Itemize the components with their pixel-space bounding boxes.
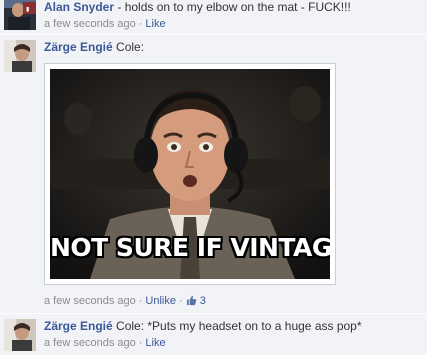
- svg-text:▮: ▮: [26, 6, 29, 13]
- comment-text: - holds on to my elbow on the mat - FUCK…: [114, 0, 351, 14]
- meta-separator: ·: [178, 295, 183, 307]
- comment-author-link[interactable]: Zärge Engié: [44, 40, 113, 54]
- comment-text: Cole: *Puts my headset on to a huge ass …: [112, 319, 362, 333]
- thumbs-up-icon: [186, 295, 196, 306]
- avatar[interactable]: [4, 319, 36, 351]
- unlike-link[interactable]: Unlike: [145, 295, 176, 307]
- comment-photo[interactable]: NOT SURE IF VINTAGE: [44, 63, 336, 285]
- meta-separator: ·: [138, 18, 143, 30]
- comment-author-link[interactable]: Alan Snyder: [44, 0, 114, 14]
- comment-author-link[interactable]: Zärge Engié: [44, 319, 113, 333]
- comment-timestamp[interactable]: a few seconds ago: [44, 295, 136, 307]
- meme-image: NOT SURE IF VINTAGE: [50, 69, 330, 279]
- meta-separator: ·: [138, 337, 143, 349]
- like-count: 3: [199, 295, 206, 307]
- like-link[interactable]: Like: [145, 337, 165, 349]
- comment-item: Zärge Engié Cole: *Puts my headset on to…: [0, 314, 427, 355]
- comment-item: Zärge Engié Cole: NOT SURE IF VINTAGE a …: [0, 35, 427, 314]
- avatar[interactable]: ▮: [4, 0, 36, 30]
- comment-meta: a few seconds ago · Unlike · 3: [44, 294, 206, 308]
- comment-feed: ▮ Alan Snyder - holds on to my elbow on …: [0, 0, 427, 355]
- like-link[interactable]: Like: [145, 18, 165, 30]
- comment-item: ▮ Alan Snyder - holds on to my elbow on …: [0, 0, 427, 35]
- comment-timestamp[interactable]: a few seconds ago: [44, 337, 136, 349]
- comment-meta: a few seconds ago · Like: [44, 17, 166, 31]
- comment-body: Zärge Engié Cole:: [44, 40, 144, 55]
- comment-meta: a few seconds ago · Like: [44, 336, 166, 350]
- avatar[interactable]: [4, 40, 36, 72]
- meta-separator: ·: [138, 295, 143, 307]
- like-count-link[interactable]: 3: [186, 295, 206, 307]
- comment-body: Zärge Engié Cole: *Puts my headset on to…: [44, 319, 362, 334]
- comment-body: Alan Snyder - holds on to my elbow on th…: [44, 0, 351, 15]
- meme-caption: NOT SURE IF VINTAGE: [50, 233, 330, 262]
- comment-text: Cole:: [112, 40, 145, 54]
- comment-timestamp[interactable]: a few seconds ago: [44, 18, 136, 30]
